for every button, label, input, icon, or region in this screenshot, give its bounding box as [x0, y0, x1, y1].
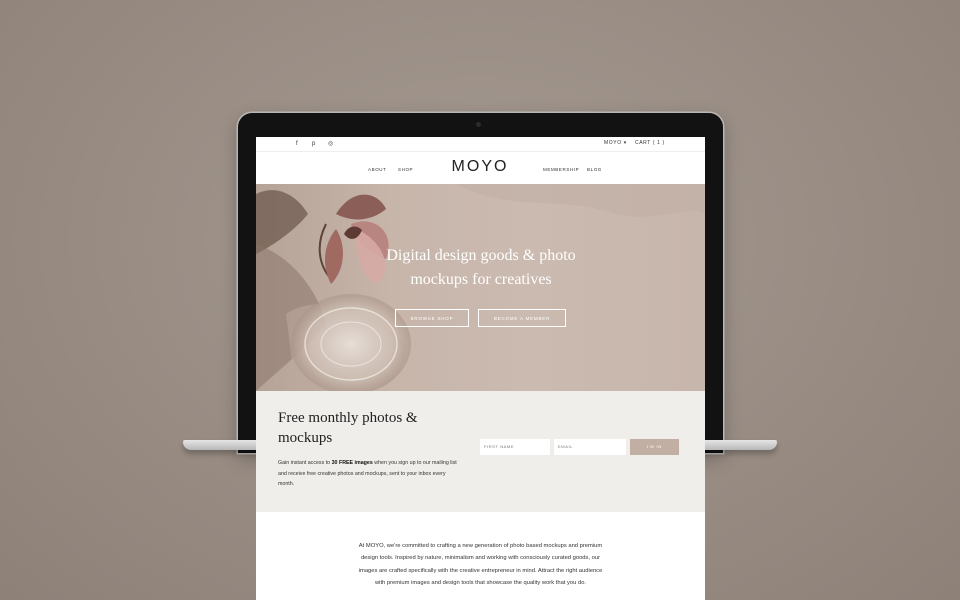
nav-link-membership[interactable]: MEMBERSHIP [543, 167, 579, 172]
signup-description: Gain instant access to 30 FREE images wh… [278, 458, 458, 490]
email-field[interactable] [554, 439, 626, 455]
signup-text-highlight: 30 FREE images [331, 460, 373, 466]
browse-shop-button[interactable]: BROWSE SHOP [395, 309, 469, 327]
pinterest-icon[interactable]: p [312, 140, 315, 148]
webcam [476, 122, 481, 127]
newsletter-section: Free monthly photos & mockups Gain insta… [256, 391, 705, 512]
nav-link-blog[interactable]: BLOG [587, 167, 602, 172]
about-paragraph: At MOYO, we're committed to crafting a n… [358, 543, 603, 586]
chevron-down-icon: ▾ [623, 140, 627, 146]
signup-title: Free monthly photos & mockups [278, 410, 418, 446]
facebook-icon[interactable]: f [296, 140, 298, 148]
first-name-field[interactable] [480, 439, 550, 455]
become-member-button[interactable]: BECOME A MEMBER [478, 309, 566, 327]
account-label: MOYO [604, 140, 622, 146]
account-menu[interactable]: MOYO ▾ [604, 140, 627, 146]
cart-link[interactable]: CART ( 1 ) [635, 140, 665, 146]
subscribe-button[interactable]: I'M IN [630, 439, 679, 455]
nav-link-shop[interactable]: SHOP [398, 167, 413, 172]
website-screen: f p ◎ MOYO ▾ CART ( 1 ) ABOUT SHOP MOYO … [256, 137, 705, 600]
main-nav: ABOUT SHOP MOYO MEMBERSHIP BLOG [256, 151, 705, 185]
hero-title: Digital design goods & photo mockups for… [386, 247, 576, 288]
utility-bar: f p ◎ MOYO ▾ CART ( 1 ) [256, 137, 705, 151]
nav-link-about[interactable]: ABOUT [368, 167, 387, 172]
site-logo[interactable]: MOYO [440, 158, 520, 176]
instagram-icon[interactable]: ◎ [328, 140, 333, 148]
hero-section: Digital design goods & photo mockups for… [256, 184, 705, 391]
signup-text-intro: Gain instant access to [278, 460, 332, 466]
